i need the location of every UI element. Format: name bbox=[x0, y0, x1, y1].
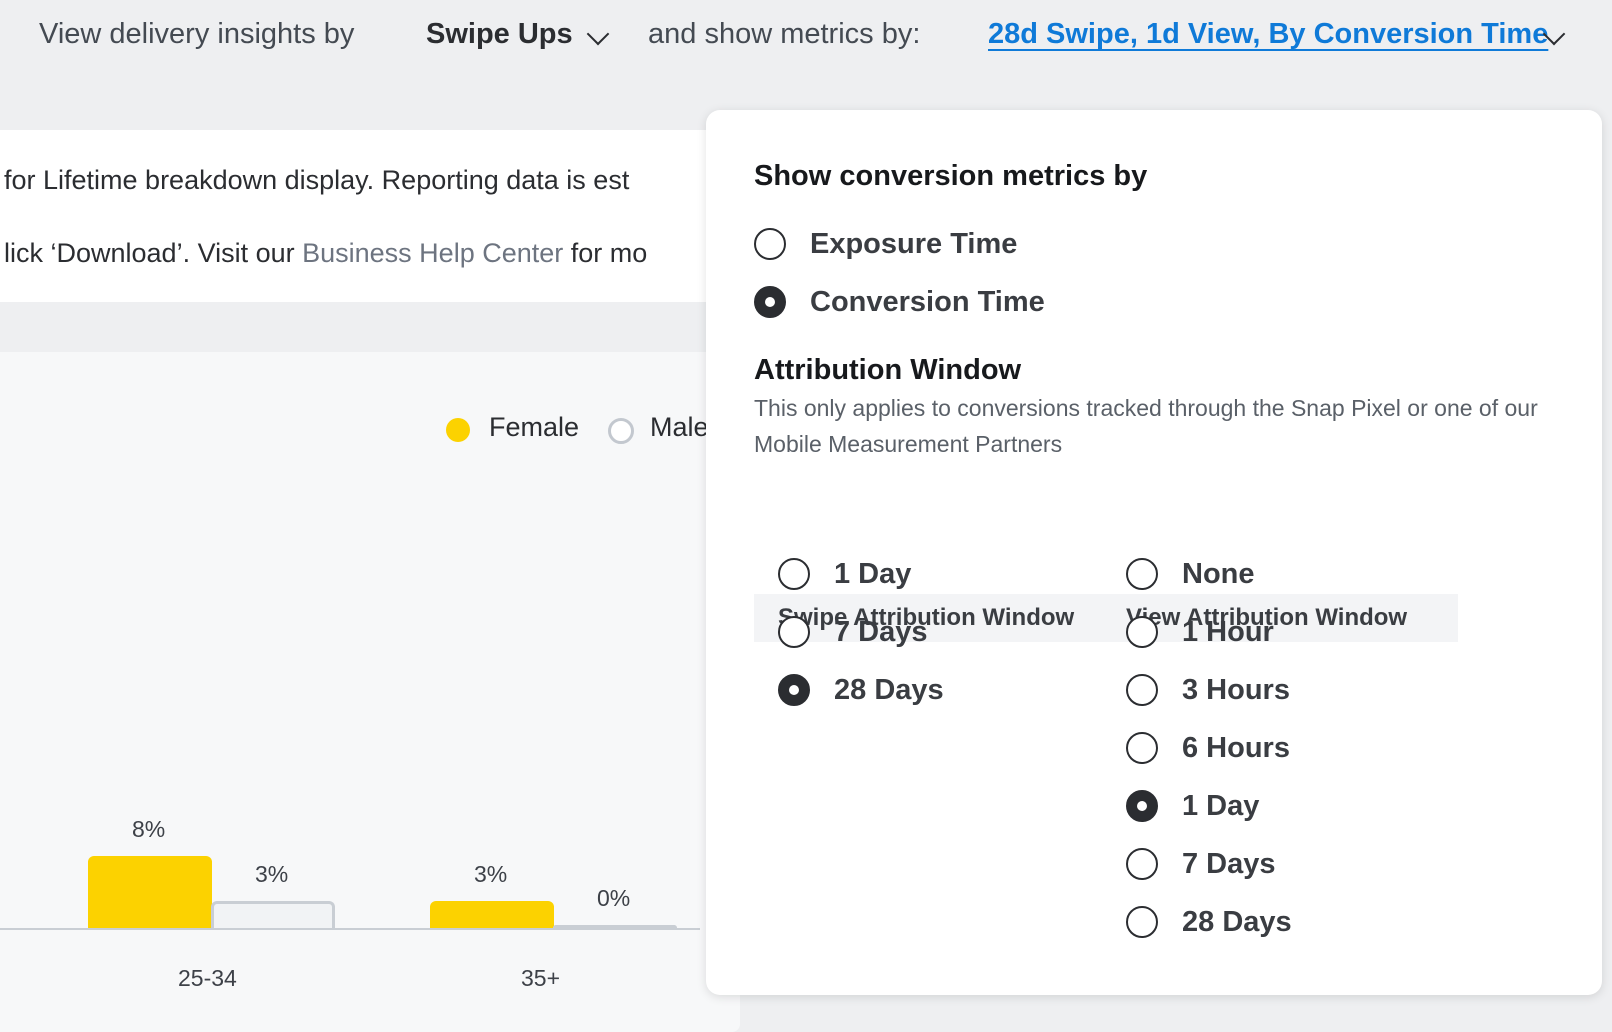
banner-text-line2: lick ‘Download’. Visit our Business Help… bbox=[4, 238, 647, 269]
bar-value-label: 8% bbox=[132, 816, 166, 842]
swipe-window-radio-28-days[interactable] bbox=[778, 674, 810, 706]
legend-female-label[interactable]: Female bbox=[489, 412, 579, 443]
view-window-option-6-hours[interactable]: 6 Hours bbox=[1126, 728, 1290, 768]
info-banner: for Lifetime breakdown display. Reportin… bbox=[0, 130, 740, 302]
business-help-center-link[interactable]: Business Help Center bbox=[302, 238, 563, 268]
view-window-radio-3-hours[interactable] bbox=[1126, 674, 1158, 706]
metric-dropdown[interactable]: Swipe Ups bbox=[426, 18, 573, 51]
x-tick-label: 25-34 bbox=[178, 965, 237, 991]
swipe-window-option-28-days[interactable]: 28 Days bbox=[778, 670, 944, 710]
bar-value-label: 3% bbox=[474, 861, 508, 887]
view-window-option-3-hours[interactable]: 3 Hours bbox=[1126, 670, 1290, 710]
view-window-label-28-days[interactable]: 28 Days bbox=[1182, 906, 1292, 939]
view-window-radio-7-days[interactable] bbox=[1126, 848, 1158, 880]
swipe-window-label-7-days[interactable]: 7 Days bbox=[834, 616, 928, 649]
x-tick-label: 35+ bbox=[521, 965, 561, 991]
conversion-metrics-heading: Show conversion metrics by bbox=[754, 160, 1148, 192]
time-basis-radio-conversion-time[interactable] bbox=[754, 286, 786, 318]
view-window-option-1-hour[interactable]: 1 Hour bbox=[1126, 612, 1274, 652]
bar-female-25-34[interactable] bbox=[88, 856, 212, 928]
attribution-settings-popover: Show conversion metrics by Exposure Time… bbox=[706, 110, 1602, 995]
view-window-label-3-hours[interactable]: 3 Hours bbox=[1182, 674, 1290, 707]
time-basis-radio-exposure-time[interactable] bbox=[754, 228, 786, 260]
metrics-by-label: and show metrics by: bbox=[648, 18, 921, 50]
legend-male-dot-icon[interactable] bbox=[608, 418, 634, 444]
legend-female-dot-icon[interactable] bbox=[446, 418, 470, 442]
filter-bar: View delivery insights by Swipe Ups and … bbox=[0, 0, 1612, 75]
view-window-option-28-days[interactable]: 28 Days bbox=[1126, 902, 1292, 942]
bar-value-label: 0% bbox=[597, 885, 631, 911]
view-window-option-7-days[interactable]: 7 Days bbox=[1126, 844, 1276, 884]
bar-male-25-34[interactable] bbox=[211, 901, 335, 928]
swipe-window-radio-7-days[interactable] bbox=[778, 616, 810, 648]
demographics-chart-card bbox=[0, 352, 740, 1032]
swipe-window-option-1-day[interactable]: 1 Day bbox=[778, 554, 911, 594]
swipe-window-label-28-days[interactable]: 28 Days bbox=[834, 674, 944, 707]
swipe-window-label-1-day[interactable]: 1 Day bbox=[834, 558, 911, 591]
view-window-radio-1-day[interactable] bbox=[1126, 790, 1158, 822]
insights-prefix-label: View delivery insights by bbox=[39, 18, 355, 50]
view-window-label-none[interactable]: None bbox=[1182, 558, 1255, 591]
time-basis-option-conversion-time[interactable]: Conversion Time bbox=[754, 282, 1045, 322]
time-basis-label-exposure-time[interactable]: Exposure Time bbox=[810, 228, 1017, 261]
swipe-window-radio-1-day[interactable] bbox=[778, 558, 810, 590]
metric-chevron-down-icon[interactable] bbox=[586, 22, 610, 46]
banner-text-line2-end: for mo bbox=[563, 238, 648, 268]
view-window-label-7-days[interactable]: 7 Days bbox=[1182, 848, 1276, 881]
view-window-label-1-hour[interactable]: 1 Hour bbox=[1182, 616, 1274, 649]
banner-text-line2-start: lick ‘Download’. Visit our bbox=[4, 238, 303, 268]
time-basis-option-exposure-time[interactable]: Exposure Time bbox=[754, 224, 1017, 264]
view-window-radio-28-days[interactable] bbox=[1126, 906, 1158, 938]
chart-x-axis bbox=[0, 928, 700, 930]
time-basis-label-conversion-time[interactable]: Conversion Time bbox=[810, 286, 1045, 319]
view-window-radio-1-hour[interactable] bbox=[1126, 616, 1158, 648]
attribution-window-description: This only applies to conversions tracked… bbox=[754, 395, 1538, 457]
view-window-label-6-hours[interactable]: 6 Hours bbox=[1182, 732, 1290, 765]
view-window-label-1-day[interactable]: 1 Day bbox=[1182, 790, 1259, 823]
view-window-option-none[interactable]: None bbox=[1126, 554, 1255, 594]
view-window-radio-none[interactable] bbox=[1126, 558, 1158, 590]
view-window-radio-6-hours[interactable] bbox=[1126, 732, 1158, 764]
attribution-settings-dropdown[interactable]: 28d Swipe, 1d View, By Conversion Time bbox=[988, 18, 1548, 51]
attribution-window-heading: Attribution Window bbox=[754, 354, 1022, 386]
view-window-option-1-day[interactable]: 1 Day bbox=[1126, 786, 1259, 826]
legend-male-label[interactable]: Male bbox=[650, 412, 709, 443]
banner-text-line1: for Lifetime breakdown display. Reportin… bbox=[4, 165, 630, 195]
bar-value-label: 3% bbox=[255, 861, 289, 887]
swipe-window-option-7-days[interactable]: 7 Days bbox=[778, 612, 928, 652]
bar-female-35+[interactable] bbox=[430, 901, 554, 928]
